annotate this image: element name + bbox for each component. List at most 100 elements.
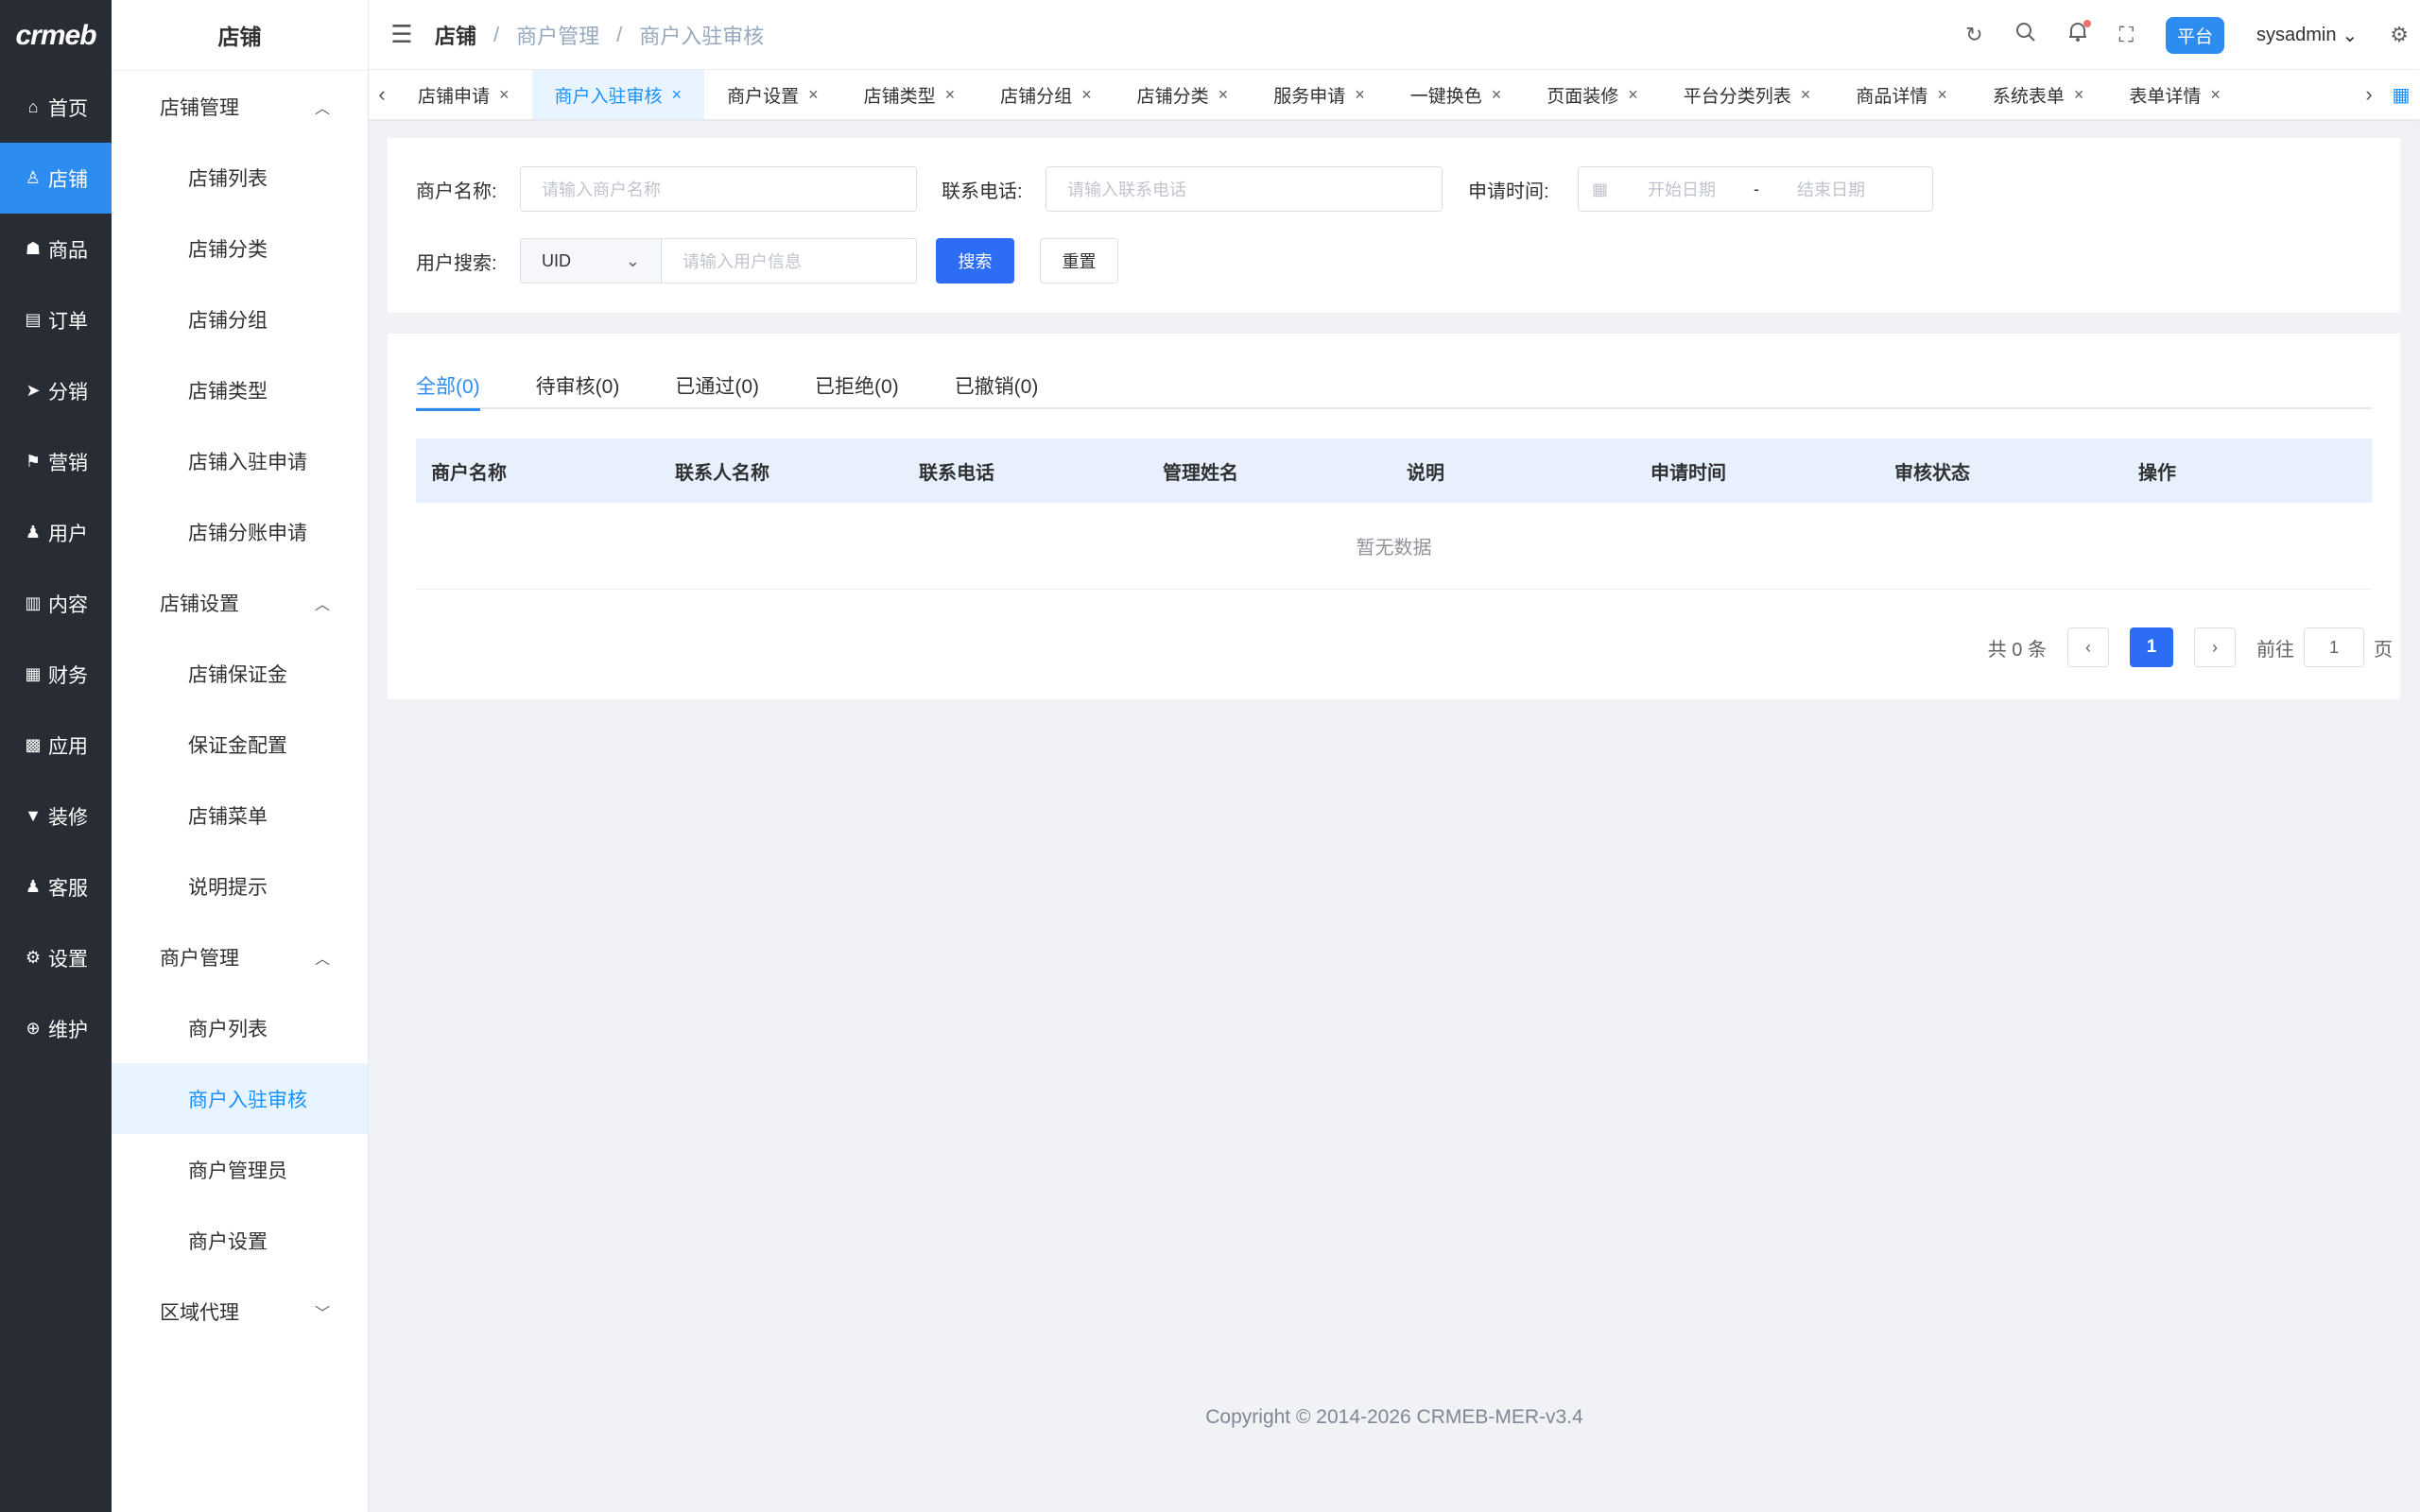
submenu-item[interactable]: 商户列表: [112, 992, 368, 1063]
close-icon[interactable]: ×: [1081, 85, 1092, 105]
rail-item[interactable]: ♟ 客服: [0, 851, 112, 922]
status-tab[interactable]: 已拒绝(0): [815, 362, 899, 409]
menu-collapse-icon[interactable]: ☰: [369, 20, 435, 49]
user-type-value: UID: [542, 250, 571, 270]
submenu-item[interactable]: 店铺菜单: [112, 780, 368, 850]
submenu-group[interactable]: 店铺管理 ︿: [112, 71, 368, 142]
refresh-icon[interactable]: ↻: [1965, 23, 1982, 47]
tag-tab[interactable]: 商品详情 ×: [1833, 70, 1970, 119]
phone-input[interactable]: 请输入联系电话: [1046, 166, 1443, 212]
next-page-button[interactable]: ›: [2194, 627, 2236, 667]
rail-item[interactable]: ⚙ 设置: [0, 922, 112, 993]
submenu-item[interactable]: 店铺保证金: [112, 638, 368, 709]
tag-tab[interactable]: 商户入驻审核 ×: [531, 70, 705, 119]
close-icon[interactable]: ×: [1219, 85, 1229, 105]
close-icon[interactable]: ×: [2074, 85, 2084, 105]
tag-tab-label: 表单详情: [2129, 86, 2202, 107]
prev-page-button[interactable]: ‹: [2067, 627, 2109, 667]
close-icon[interactable]: ×: [1492, 85, 1502, 105]
status-tab[interactable]: 全部(0): [416, 362, 480, 411]
merchant-name-placeholder: 请输入商户名称: [542, 180, 661, 199]
tag-tab[interactable]: 店铺分组 ×: [977, 70, 1115, 119]
close-icon[interactable]: ×: [499, 85, 510, 105]
goto-page-input[interactable]: 1: [2304, 627, 2364, 667]
user-info-input[interactable]: 请输入用户信息: [662, 238, 917, 284]
rail-item[interactable]: ⌂ 首页: [0, 72, 112, 143]
submenu-item[interactable]: 店铺类型: [112, 354, 368, 425]
tag-tab[interactable]: 店铺分类 ×: [1115, 70, 1252, 119]
platform-badge[interactable]: 平台: [2166, 16, 2225, 54]
rail-item[interactable]: ▼ 装修: [0, 781, 112, 851]
reset-button[interactable]: 重置: [1040, 238, 1118, 284]
search-icon[interactable]: [2015, 22, 2036, 48]
service-icon: ♟: [25, 877, 42, 896]
user-type-select[interactable]: UID ⌄: [520, 238, 662, 284]
close-icon[interactable]: ×: [1628, 85, 1638, 105]
page-number-1[interactable]: 1: [2130, 627, 2173, 667]
settings-icon[interactable]: ⚙: [2390, 23, 2409, 47]
submenu-item[interactable]: 保证金配置: [112, 709, 368, 780]
tab-scroll-right-icon[interactable]: ›: [2356, 82, 2382, 107]
submenu-item[interactable]: 店铺列表: [112, 142, 368, 213]
tag-tab[interactable]: 系统表单 ×: [1970, 70, 2107, 119]
tag-tab[interactable]: 店铺类型 ×: [841, 70, 978, 119]
tag-tab[interactable]: 页面装修 ×: [1524, 70, 1661, 119]
rail-item[interactable]: ♙ 店铺: [0, 143, 112, 214]
search-button[interactable]: 搜索: [936, 238, 1014, 284]
submenu-item[interactable]: 商户入驻审核: [112, 1063, 368, 1134]
close-icon[interactable]: ×: [2210, 85, 2221, 105]
tag-tab[interactable]: 店铺申请 ×: [395, 70, 532, 119]
status-tab[interactable]: 待审核(0): [536, 362, 620, 409]
rail-item[interactable]: ▦ 财务: [0, 639, 112, 710]
close-icon[interactable]: ×: [945, 85, 956, 105]
close-icon[interactable]: ×: [1801, 85, 1811, 105]
tag-tab[interactable]: 平台分类列表 ×: [1661, 70, 1834, 119]
date-range-picker[interactable]: ▦ 开始日期 - 结束日期: [1578, 166, 1933, 212]
fullscreen-icon[interactable]: ⛶: [2119, 23, 2134, 47]
column-header: 联系电话: [919, 462, 994, 484]
rail-item[interactable]: ➤ 分销: [0, 355, 112, 426]
rail-item-label: 客服: [48, 877, 88, 900]
submenu-item[interactable]: 店铺分组: [112, 284, 368, 354]
tag-tab[interactable]: 服务申请 ×: [1251, 70, 1388, 119]
bell-icon[interactable]: [2068, 20, 2091, 48]
rail-item[interactable]: ▩ 应用: [0, 710, 112, 781]
date-separator: -: [1754, 179, 1759, 198]
close-icon[interactable]: ×: [1937, 85, 1947, 105]
rail-item[interactable]: ▤ 订单: [0, 284, 112, 355]
submenu-item[interactable]: 说明提示: [112, 850, 368, 921]
submenu-item[interactable]: 店铺入驻申请: [112, 425, 368, 496]
tab-scroll-left-icon[interactable]: ‹: [369, 82, 395, 107]
tag-tab[interactable]: 商户设置 ×: [704, 70, 841, 119]
tag-tab[interactable]: 表单详情 ×: [2106, 70, 2243, 119]
breadcrumb-item[interactable]: 店铺: [435, 20, 476, 50]
crmeb-logo[interactable]: crmeb: [0, 0, 112, 72]
submenu-item[interactable]: 商户管理员: [112, 1134, 368, 1205]
close-icon[interactable]: ×: [808, 85, 819, 105]
submenu-group[interactable]: 区域代理 ﹀: [112, 1276, 368, 1347]
submenu-item[interactable]: 店铺分账申请: [112, 496, 368, 567]
rail-item[interactable]: ☗ 商品: [0, 214, 112, 284]
book-icon: ▥: [25, 593, 42, 612]
rail-item-label: 维护: [48, 1019, 88, 1041]
user-menu[interactable]: sysadmin ⌄: [2256, 24, 2358, 47]
close-icon[interactable]: ×: [672, 85, 683, 105]
submenu-title: 店铺: [112, 0, 368, 71]
tab-menu-icon[interactable]: ▦: [2382, 83, 2420, 107]
rail-item-label: 财务: [48, 664, 88, 687]
status-tab[interactable]: 已撤销(0): [955, 362, 1039, 409]
rail-item[interactable]: ♟ 用户: [0, 497, 112, 568]
breadcrumb-item[interactable]: 商户管理: [516, 20, 599, 50]
submenu-item[interactable]: 店铺分类: [112, 213, 368, 284]
rail-item[interactable]: ⊕ 维护: [0, 993, 112, 1064]
rail-item[interactable]: ▥ 内容: [0, 568, 112, 639]
close-icon[interactable]: ×: [1355, 85, 1365, 105]
goto-label: 前往: [2256, 639, 2294, 661]
submenu-item[interactable]: 商户设置: [112, 1205, 368, 1276]
merchant-name-input[interactable]: 请输入商户名称: [520, 166, 917, 212]
rail-item[interactable]: ⚑ 营销: [0, 426, 112, 497]
submenu-group[interactable]: 店铺设置 ︿: [112, 567, 368, 638]
status-tab[interactable]: 已通过(0): [675, 362, 759, 409]
submenu-group[interactable]: 商户管理 ︿: [112, 921, 368, 992]
tag-tab[interactable]: 一键换色 ×: [1388, 70, 1525, 119]
